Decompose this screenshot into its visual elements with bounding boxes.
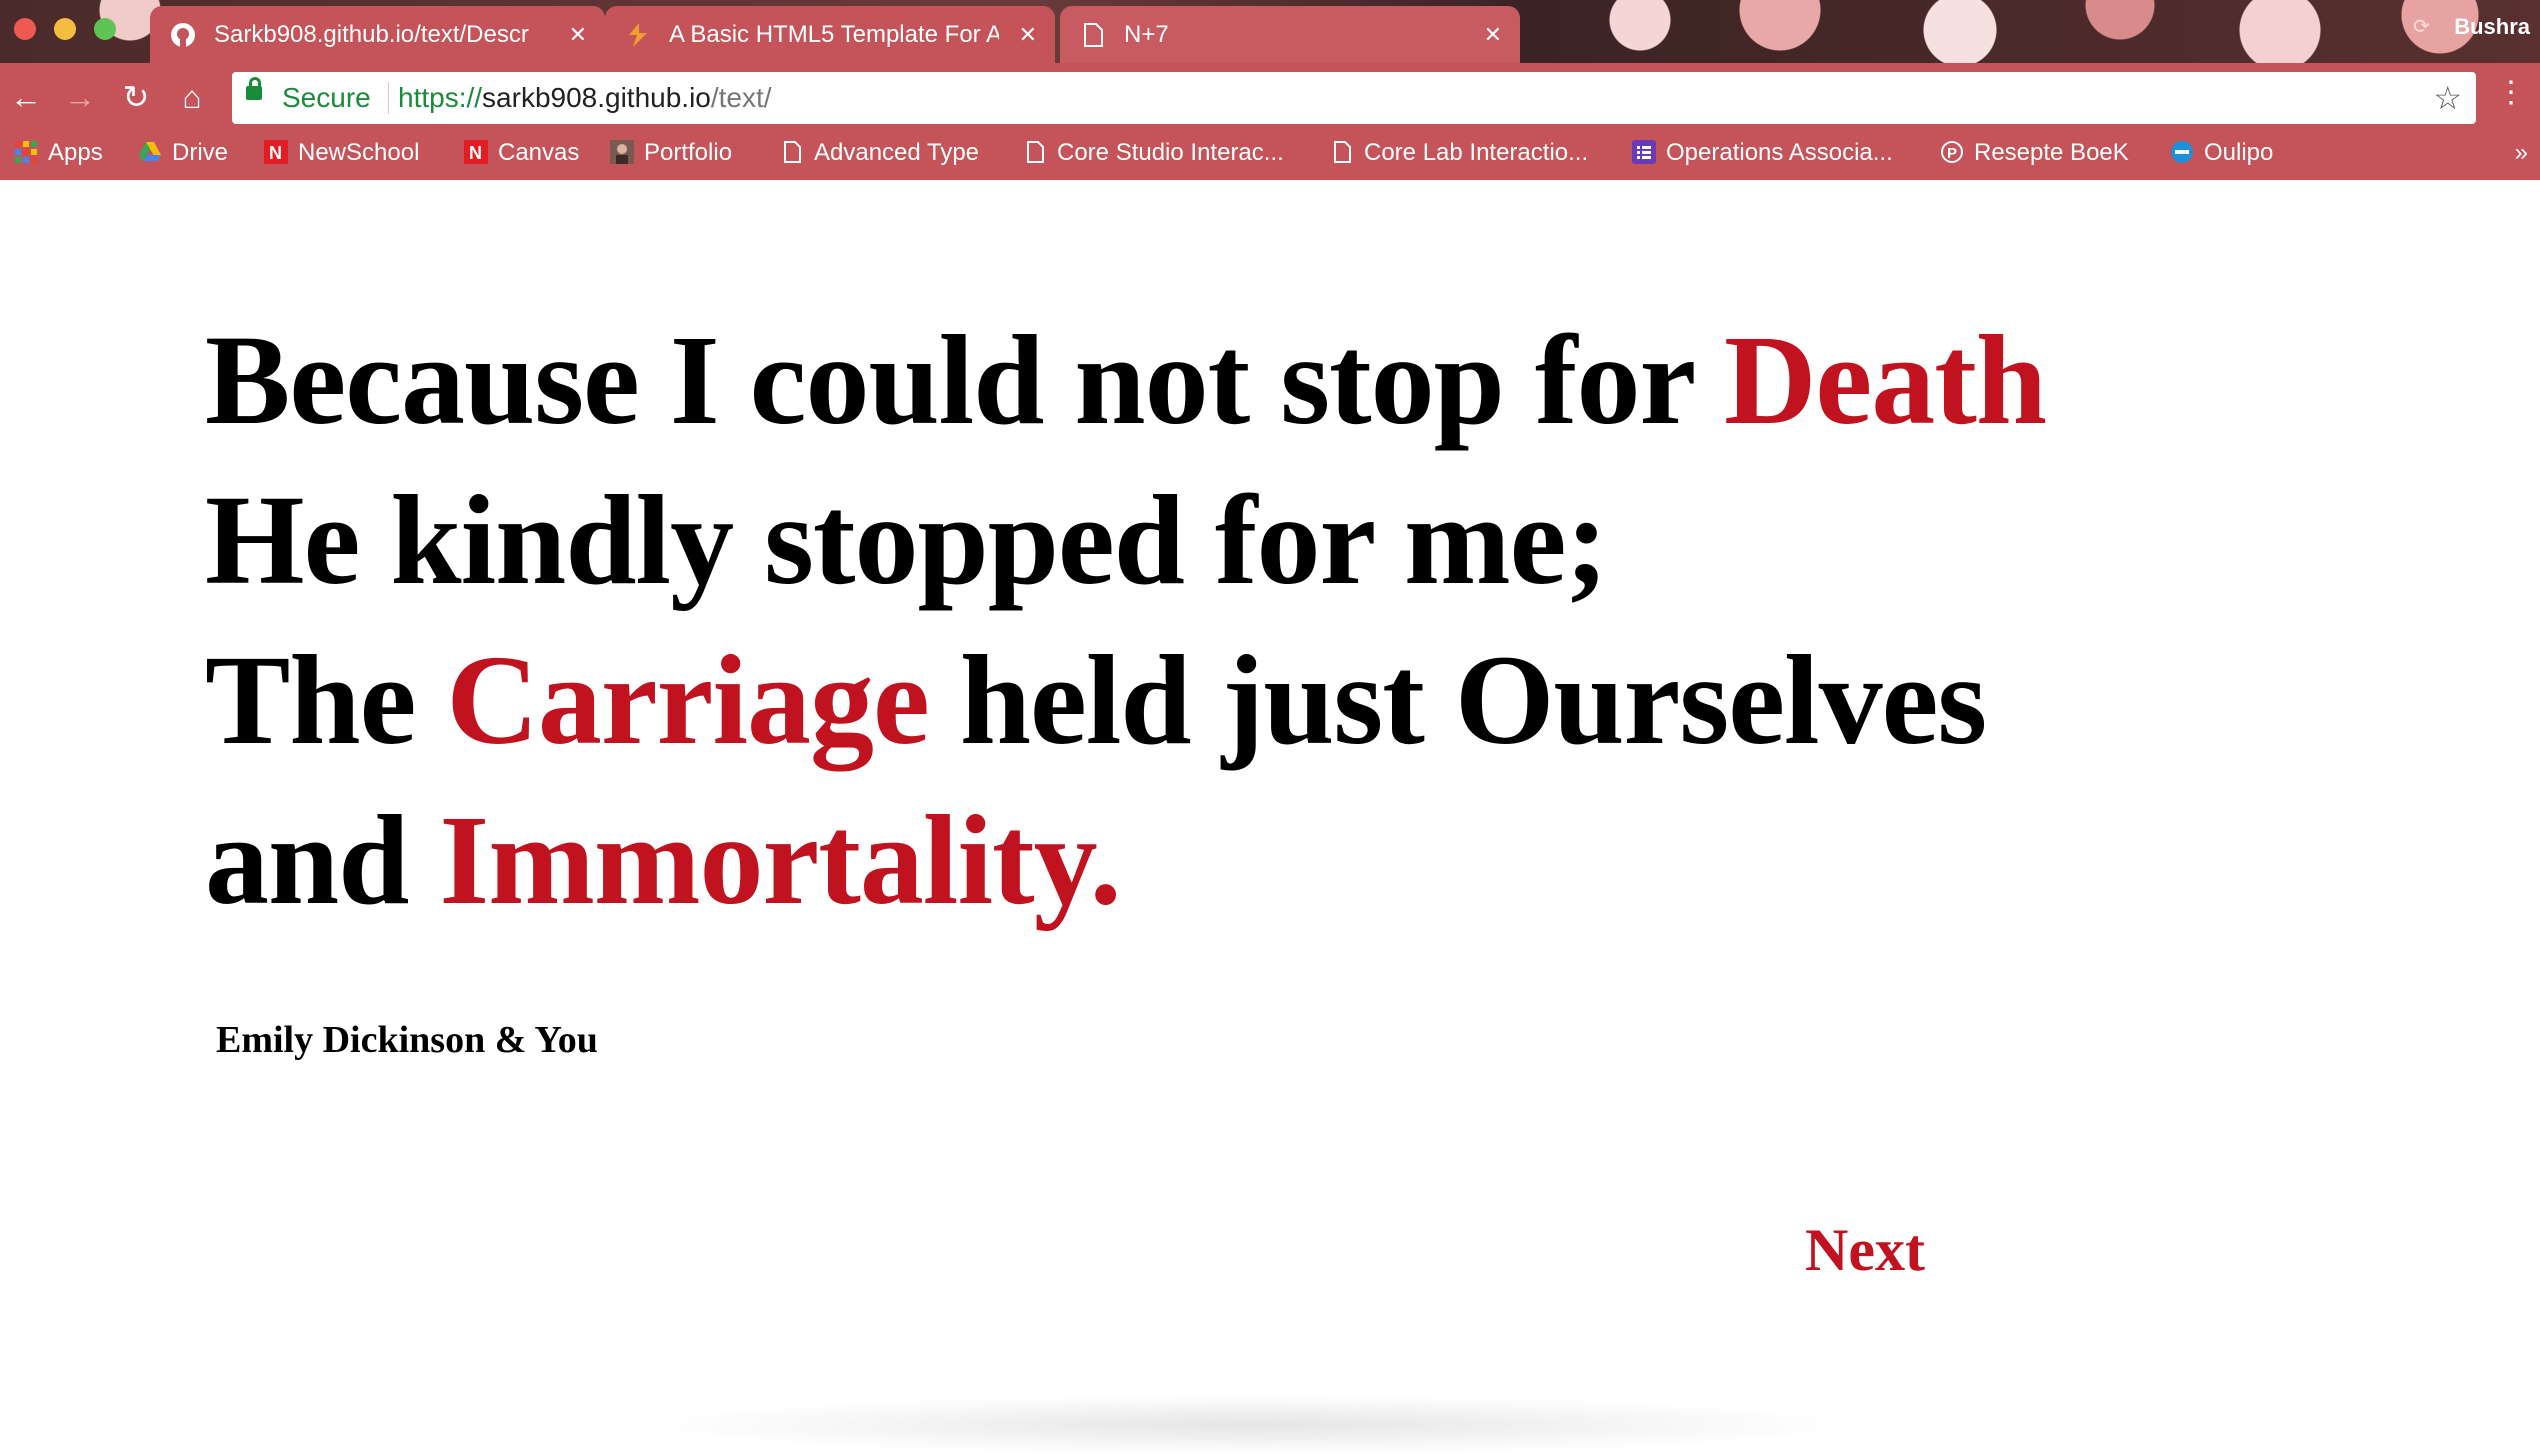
- highlight-word-carriage: Carriage: [446, 629, 929, 771]
- tab-title: Sarkb908.github.io/text/Descr: [214, 21, 529, 48]
- poem-stanza: Because I could not stop for Death He ki…: [205, 300, 2047, 940]
- poem-attribution: Emily Dickinson & You: [216, 1019, 598, 1061]
- github-icon: [171, 23, 195, 47]
- bookmarks-overflow-icon[interactable]: »: [2515, 133, 2528, 173]
- bookmark-core-studio[interactable]: Core Studio Interac...: [1023, 133, 1284, 180]
- sitepoint-icon: [629, 23, 647, 47]
- bookmark-resepte-boek[interactable]: P Resepte BoeK: [1940, 133, 2129, 180]
- poem-text: The: [205, 629, 447, 771]
- url-path: /text/: [710, 82, 772, 113]
- newschool-icon: N: [464, 140, 488, 164]
- bookmark-canvas[interactable]: N Canvas: [464, 133, 579, 180]
- forms-icon: [1632, 140, 1656, 164]
- url-text[interactable]: https://sarkb908.github.io/text/: [398, 72, 772, 124]
- bottom-shadow: [640, 1395, 1860, 1455]
- address-bar[interactable]: Secure https://sarkb908.github.io/text/ …: [232, 72, 2476, 124]
- url-scheme: https://: [398, 82, 483, 113]
- bookmark-label: Oulipo: [2204, 139, 2274, 166]
- svg-text:N: N: [269, 143, 282, 163]
- poem-text: held just Ourselves: [928, 629, 1987, 771]
- tab-title: N+7: [1124, 21, 1169, 48]
- tab-github-description[interactable]: Sarkb908.github.io/text/Descr ✕: [150, 6, 605, 63]
- tab-title: A Basic HTML5 Template For A: [669, 21, 999, 48]
- window-zoom-button[interactable]: [94, 18, 116, 40]
- lock-icon: [246, 77, 262, 100]
- bookmark-apps[interactable]: Apps: [14, 133, 103, 180]
- poem-text: and: [205, 789, 440, 931]
- browser-toolbar: ← → ↻ ⌂ Secure https://sarkb908.github.i…: [0, 63, 2540, 133]
- bookmarks-bar: Apps Drive N NewSchool N Canvas Portfoli…: [0, 133, 2540, 180]
- bookmark-portfolio[interactable]: Portfolio: [610, 133, 732, 180]
- svg-text:P: P: [1947, 145, 1957, 162]
- browser-tab-strip: Sarkb908.github.io/text/Descr ✕ A Basic …: [0, 0, 2540, 63]
- bookmark-label: Drive: [172, 139, 229, 166]
- url-separator: [388, 82, 389, 114]
- profile-name[interactable]: Bushra: [2454, 14, 2530, 40]
- bookmark-label: NewSchool: [298, 139, 420, 166]
- page-icon: [1334, 141, 1351, 163]
- bookmark-label: Operations Associa...: [1666, 139, 1893, 166]
- page-icon: [1027, 141, 1044, 163]
- home-icon[interactable]: ⌂: [174, 79, 210, 115]
- page-icon: [784, 141, 801, 163]
- reload-icon[interactable]: ↻: [118, 79, 154, 115]
- bookmark-advanced-type[interactable]: Advanced Type: [780, 133, 979, 180]
- bookmark-label: Canvas: [498, 139, 580, 166]
- bookmark-label: Resepte BoeK: [1974, 139, 2129, 166]
- poets-icon: [2171, 141, 2193, 163]
- highlight-word-immortality: Immortality.: [439, 789, 1121, 931]
- tab-close-icon[interactable]: ✕: [1484, 6, 1502, 63]
- window-close-button[interactable]: [14, 18, 36, 40]
- bookmark-label: Portfolio: [644, 139, 733, 166]
- bookmark-operations[interactable]: Operations Associa...: [1632, 133, 1893, 180]
- bookmark-core-lab[interactable]: Core Lab Interactio...: [1330, 133, 1588, 180]
- poem-line-1: Because I could not stop for Death: [205, 300, 2047, 460]
- secure-label: Secure: [282, 82, 371, 113]
- poem-text: Because I could not stop for: [205, 309, 1724, 451]
- bookmark-oulipo[interactable]: Oulipo: [2170, 133, 2273, 180]
- apps-grid-icon: [15, 141, 37, 163]
- window-minimize-button[interactable]: [54, 18, 76, 40]
- bookmark-label: Core Lab Interactio...: [1364, 139, 1589, 166]
- google-drive-icon: [139, 142, 161, 161]
- highlight-word-death: Death: [1723, 309, 2047, 451]
- portfolio-icon: [610, 140, 634, 164]
- poem-line-4: and Immortality.: [205, 780, 2046, 940]
- poem-line-3: The Carriage held just Ourselves: [205, 620, 2046, 780]
- bookmark-label: Core Studio Interac...: [1057, 139, 1284, 166]
- page-icon: [1084, 23, 1103, 47]
- svg-text:N: N: [469, 143, 482, 163]
- tab-n-plus-7[interactable]: N+7 ✕: [1060, 6, 1520, 63]
- bookmark-star-icon[interactable]: ☆: [2433, 72, 2462, 124]
- back-arrow-icon[interactable]: ←: [8, 79, 44, 115]
- url-host: sarkb908.github.io: [482, 82, 711, 113]
- bookmark-drive[interactable]: Drive: [138, 133, 228, 180]
- browser-menu-icon[interactable]: ⋮: [2496, 75, 2526, 111]
- pinterest-icon: P: [1941, 141, 1963, 163]
- tab-close-icon[interactable]: ✕: [569, 6, 587, 63]
- tab-close-icon[interactable]: ✕: [1019, 6, 1037, 63]
- poem-line-2: He kindly stopped for me;: [205, 469, 1608, 611]
- bookmark-label: Advanced Type: [814, 139, 980, 166]
- profile-sync-icon[interactable]: ⟳: [2413, 14, 2430, 39]
- tab-html5-template[interactable]: A Basic HTML5 Template For A ✕: [605, 6, 1055, 63]
- newschool-icon: N: [264, 140, 288, 164]
- bookmark-label: Apps: [48, 139, 103, 166]
- forward-arrow-icon[interactable]: →: [62, 79, 98, 115]
- bookmark-newschool[interactable]: N NewSchool: [264, 133, 419, 180]
- next-link[interactable]: Next: [1805, 1216, 1925, 1285]
